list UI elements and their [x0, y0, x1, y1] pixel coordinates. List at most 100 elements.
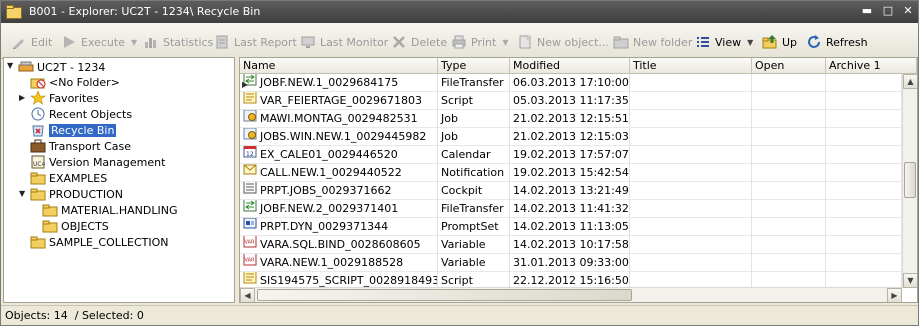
- new-object-button[interactable]: New object...: [517, 32, 609, 52]
- type-text: Script: [441, 94, 473, 107]
- tree-node-recent-objects[interactable]: Recent Objects: [30, 106, 132, 122]
- up-folder-icon: [762, 35, 777, 49]
- cell-type: Variable: [438, 236, 510, 254]
- cell-modified: 21.02.2013 12:15:03: [510, 128, 630, 146]
- recycle-bin-icon: [32, 125, 44, 137]
- tree-node-recycle-bin[interactable]: Recycle Bin: [30, 122, 117, 138]
- tree-node-objects[interactable]: OBJECTS: [42, 218, 109, 234]
- view-button[interactable]: View ▼: [695, 32, 753, 52]
- edit-button[interactable]: Edit: [11, 32, 52, 52]
- close-icon[interactable]: ✕: [900, 4, 916, 18]
- maximize-icon[interactable]: □: [880, 4, 896, 18]
- tree-node-transport-case[interactable]: Transport Case: [30, 138, 131, 154]
- cell-modified: 14.02.2013 13:21:49: [510, 182, 630, 200]
- cell-empty: [752, 92, 826, 110]
- folder-icon: [30, 236, 46, 249]
- cell-type: FileTransfer: [438, 74, 510, 92]
- horizontal-scroll-thumb[interactable]: [257, 289, 632, 301]
- modified-text: 14.02.2013 11:41:32: [513, 202, 629, 215]
- cell-empty: [826, 254, 902, 272]
- title-bar: B001 - Explorer: UC2T - 1234\ Recycle Bi…: [1, 1, 918, 23]
- execute-dropdown-icon[interactable]: ▼: [131, 38, 137, 47]
- tree-node-favorites[interactable]: Favorites: [30, 90, 99, 106]
- column-header-open[interactable]: Open: [752, 58, 826, 74]
- print-dropdown-icon[interactable]: ▼: [502, 38, 508, 47]
- tree-node-version-management[interactable]: UC4 Version Management: [30, 154, 165, 170]
- cell-name: PRPT.DYN_0029371344: [240, 218, 438, 236]
- cell-empty: [630, 146, 752, 164]
- last-report-icon: [216, 35, 228, 49]
- tree-expander-icon[interactable]: ▶: [19, 93, 25, 102]
- refresh-button[interactable]: Refresh: [806, 32, 868, 52]
- tree-node-production[interactable]: PRODUCTION: [30, 186, 123, 202]
- table-row[interactable]: 12 EX_CALE01_0029446520 Calendar 19.02.2013…: [240, 146, 902, 164]
- up-button[interactable]: Up: [762, 32, 797, 52]
- minimize-icon[interactable]: ▬: [859, 4, 875, 18]
- column-header-modified[interactable]: Modified: [510, 58, 630, 74]
- table-row[interactable]: JOBF.NEW.2_0029371401 FileTransfer 14.02.2…: [240, 200, 902, 218]
- print-icon: [452, 35, 466, 49]
- status-text: Objects: 14 / Selected: 0: [5, 309, 144, 322]
- column-header-archive-1[interactable]: Archive 1: [826, 58, 917, 74]
- cell-modified: 14.02.2013 11:13:05: [510, 218, 630, 236]
- cell-empty: [826, 128, 902, 146]
- column-header-name[interactable]: Name: [240, 58, 438, 74]
- table-row[interactable]: CALL.NEW.1_0029440522 Notification 19.02.2…: [240, 164, 902, 182]
- tree-node-client[interactable]: UC2T - 1234: [18, 59, 105, 75]
- vertical-scroll-thumb[interactable]: [904, 162, 916, 198]
- explorer-app-icon: [6, 5, 22, 19]
- cell-empty: [630, 92, 752, 110]
- vertical-scrollbar[interactable]: ▲ ▼: [902, 74, 917, 288]
- new-folder-icon: [613, 36, 629, 49]
- name-text: SIS194575_SCRIPT_0028918493: [260, 274, 438, 287]
- cell-empty: [752, 200, 826, 218]
- table-row[interactable]: JOBF.NEW.1_0029684175 FileTransfer 06.03.2…: [240, 74, 902, 92]
- table-row[interactable]: JOBS.WIN.NEW.1_0029445982 Job 21.02.2013 1…: [240, 128, 902, 146]
- cell-empty: [752, 128, 826, 146]
- new-folder-button[interactable]: New folder: [613, 32, 692, 52]
- last-monitor-button[interactable]: Last Monitor: [300, 32, 388, 52]
- last-report-button[interactable]: Last Report: [214, 32, 297, 52]
- name-text: JOBS.WIN.NEW.1_0029445982: [260, 130, 427, 143]
- cell-modified: 19.02.2013 17:57:07: [510, 146, 630, 164]
- scroll-up-icon[interactable]: ▲: [903, 74, 917, 89]
- column-header-title[interactable]: Title: [630, 58, 752, 74]
- cell-empty: [752, 164, 826, 182]
- tree-node-material-handling[interactable]: MATERIAL.HANDLING: [42, 202, 178, 218]
- table-row[interactable]: VAR VARA.SQL.BIND_0028608605 Variable 14.02…: [240, 236, 902, 254]
- scroll-down-icon[interactable]: ▼: [903, 273, 917, 288]
- type-text: FileTransfer: [441, 76, 504, 89]
- delete-button[interactable]: Delete: [391, 32, 447, 52]
- folder-tree[interactable]: ▼ UC2T - 1234 <No Folder> ▶ Favorites Re…: [3, 57, 235, 303]
- cell-modified: 05.03.2013 11:17:35: [510, 92, 630, 110]
- horizontal-scrollbar[interactable]: ◀ ▶: [240, 287, 902, 302]
- tree-node-sample-collection[interactable]: SAMPLE_COLLECTION: [30, 234, 169, 250]
- execute-icon: [64, 36, 75, 48]
- execute-button[interactable]: Execute ▼: [61, 32, 137, 52]
- column-header-type[interactable]: Type: [438, 58, 510, 74]
- tree-node-no-folder[interactable]: <No Folder>: [30, 74, 120, 90]
- tree-node-examples[interactable]: EXAMPLES: [30, 170, 107, 186]
- modified-text: 06.03.2013 17:10:00: [513, 76, 629, 89]
- print-button[interactable]: Print ▼: [451, 32, 508, 52]
- table-row[interactable]: VAR VARA.NEW.1_0029188528 Variable 31.01.20…: [240, 254, 902, 272]
- folder-icon: [42, 204, 58, 217]
- view-dropdown-icon[interactable]: ▼: [747, 38, 753, 47]
- table-row[interactable]: PRPT.DYN_0029371344 PromptSet 14.02.2013 1…: [240, 218, 902, 236]
- modified-text: 22.12.2012 15:16:50: [513, 274, 629, 287]
- table-row[interactable]: MAWI.MONTAG_0029482531 Job 21.02.2013 12:1…: [240, 110, 902, 128]
- delete-icon: [393, 36, 405, 48]
- cell-modified: 31.01.2013 09:33:00: [510, 254, 630, 272]
- statistics-button[interactable]: Statistics: [143, 32, 213, 52]
- table-row[interactable]: PRPT.JOBS_0029371662 Cockpit 14.02.2013 13…: [240, 182, 902, 200]
- name-text: JOBF.NEW.1_0029684175: [260, 76, 399, 89]
- tree-expander-icon[interactable]: ▼: [19, 189, 25, 198]
- cell-type: FileTransfer: [438, 200, 510, 218]
- scroll-right-icon[interactable]: ▶: [887, 288, 902, 302]
- object-list[interactable]: Name Type Modified Title Open Archive 1 …: [239, 57, 918, 303]
- table-row[interactable]: VAR_FEIERTAGE_0029671803 Script 05.03.2013…: [240, 92, 902, 110]
- type-text: Calendar: [441, 148, 491, 161]
- scroll-left-icon[interactable]: ◀: [240, 288, 255, 302]
- tree-expander-icon[interactable]: ▼: [7, 61, 13, 70]
- cell-empty: [630, 128, 752, 146]
